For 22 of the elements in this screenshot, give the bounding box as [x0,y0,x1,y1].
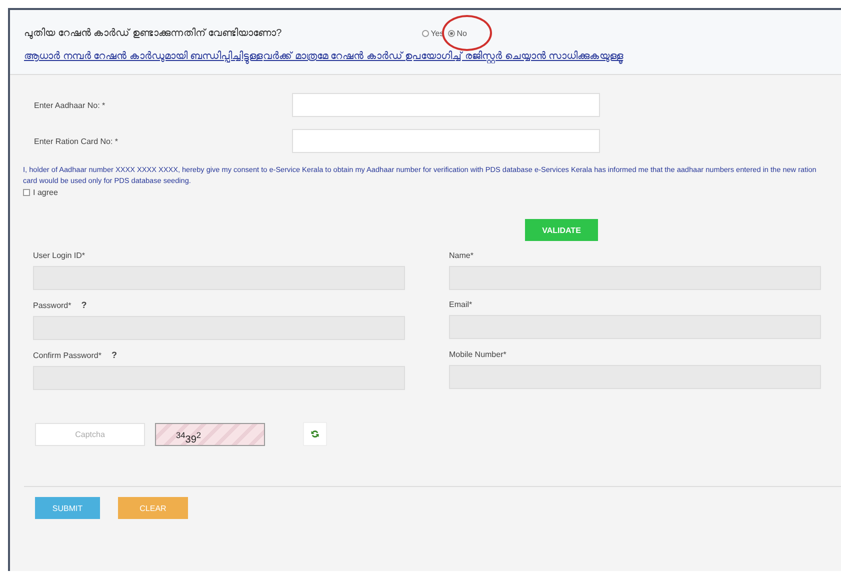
checkbox-label[interactable]: I agree [33,188,58,198]
field-label: Password* [33,300,72,310]
captcha-image: $^{34}$39$^{2}$ [155,422,265,446]
field-label: Enter Aadhaar No: * [34,100,106,110]
radio-button[interactable] [448,30,455,37]
field-label: Email* [449,300,472,310]
radio-label[interactable]: No [456,29,467,38]
notice-link[interactable]: ആധാർ നമ്പർ റേഷൻ കാർഡുമായി ബന്ധിപ്പിച്ചിട്ടുള്ളവർക്ക് മാത്രമേ റേഷൻ കാർഡ് ഉപയോഗിച്ച് രജിസ്റ്റർ ചെയ്യാൻ സാധിക്കുകയുള്ളൂ [24,51,841,62]
field-label: Confirm Password* [33,350,102,360]
checkbox[interactable] [23,189,30,196]
field-label: User Login ID* [33,251,86,260]
refresh-button[interactable] [303,422,327,446]
question-text: പുതിയ റേഷൻ കാർഡ് ഉണ്ടാക്കുന്നതിന് വേണ്ടിയാണോ? [24,28,282,39]
captcha-field[interactable]: Captcha [35,422,145,446]
help-icon[interactable]: ? [111,350,117,360]
field-label: Name* [449,251,474,260]
field-label: Enter Ration Card No: * [34,136,120,146]
input-field[interactable] [292,129,600,153]
radio-button[interactable] [422,30,429,37]
field-label: Mobile Number* [449,350,506,360]
help-icon[interactable]: ? [81,300,87,310]
input-field[interactable] [292,93,600,117]
